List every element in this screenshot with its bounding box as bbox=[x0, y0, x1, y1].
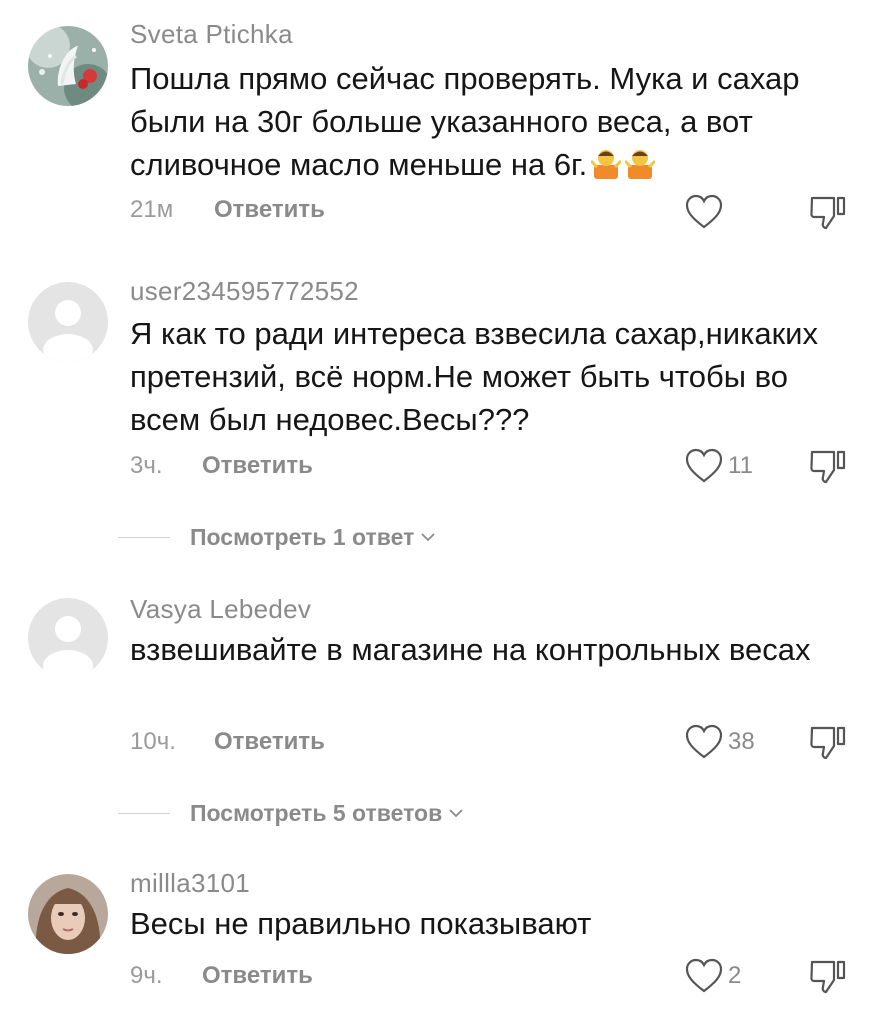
reply-button[interactable]: Ответить bbox=[214, 724, 325, 760]
comment-item: millla3101 Весы не правильно показывают … bbox=[0, 852, 875, 1024]
like-button[interactable]: 38 bbox=[684, 722, 755, 762]
comment-text: Я как то ради интереса взвесила сахар,ни… bbox=[130, 316, 818, 437]
person-shrugging-emoji bbox=[624, 147, 657, 179]
comment-text-body: Пошла прямо сейчас проверять. Мука и сах… bbox=[130, 61, 800, 182]
heart-icon bbox=[685, 448, 723, 483]
view-replies-button[interactable]: Посмотреть 1 ответ bbox=[118, 522, 436, 552]
avatar[interactable] bbox=[28, 598, 108, 678]
dislike-button[interactable] bbox=[808, 722, 848, 762]
dislike-button[interactable] bbox=[808, 446, 848, 486]
heart-icon bbox=[685, 724, 723, 759]
comment-time: 21м bbox=[130, 196, 174, 223]
reply-button[interactable]: Ответить bbox=[202, 448, 313, 484]
dislike-button[interactable] bbox=[808, 192, 848, 232]
comment-text: Весы не правильно показывают bbox=[130, 906, 592, 941]
dislike-button[interactable] bbox=[808, 956, 848, 996]
like-count: 38 bbox=[728, 728, 755, 755]
thumbs-down-icon bbox=[810, 726, 846, 760]
like-count: 11 bbox=[728, 452, 753, 479]
avatar[interactable] bbox=[28, 874, 108, 954]
comment-text: взвешивайте в магазине на контрольных ве… bbox=[130, 632, 811, 667]
comment-item: user234595772552 Я как то ради интереса … bbox=[0, 260, 875, 560]
heart-icon bbox=[685, 958, 723, 993]
chevron-down-icon bbox=[421, 533, 436, 542]
view-replies-button[interactable]: Посмотреть 5 ответов bbox=[118, 798, 464, 828]
view-replies-label: Посмотреть 5 ответов bbox=[190, 799, 443, 826]
thumbs-down-icon bbox=[810, 196, 846, 230]
comment-time: 3ч. bbox=[130, 452, 163, 479]
heart-icon bbox=[685, 194, 723, 229]
divider bbox=[118, 812, 170, 814]
comment-meta: 3ч. Ответить bbox=[130, 448, 313, 484]
like-button[interactable] bbox=[684, 192, 728, 232]
person-shrugging-emoji bbox=[590, 147, 623, 179]
thumbs-down-icon bbox=[810, 450, 846, 484]
chevron-down-icon bbox=[449, 809, 463, 818]
reply-button[interactable]: Ответить bbox=[214, 192, 325, 228]
avatar[interactable] bbox=[28, 282, 108, 362]
comment-time: 9ч. bbox=[130, 962, 163, 989]
comment-meta: 21м Ответить bbox=[130, 192, 325, 228]
view-replies-label: Посмотреть 1 ответ bbox=[190, 523, 415, 550]
divider bbox=[118, 536, 170, 538]
like-button[interactable]: 2 bbox=[684, 956, 741, 996]
comment-username[interactable]: millla3101 bbox=[130, 868, 250, 899]
comment-meta: 10ч. Ответить bbox=[130, 724, 325, 760]
comment-username[interactable]: user234595772552 bbox=[130, 276, 359, 307]
comment-username[interactable]: Vasya Lebedev bbox=[130, 594, 311, 625]
comment-item: Sveta Ptichka Пошла прямо сейчас проверя… bbox=[0, 0, 875, 240]
avatar[interactable] bbox=[28, 26, 108, 106]
comment-meta: 9ч. Ответить bbox=[130, 958, 313, 994]
like-count: 2 bbox=[728, 962, 742, 989]
comment-time: 10ч. bbox=[130, 728, 176, 755]
reply-button[interactable]: Ответить bbox=[202, 958, 313, 994]
comment-item: Vasya Lebedev взвешивайте в магазине на … bbox=[0, 576, 875, 836]
comment-text: Пошла прямо сейчас проверять. Мука и сах… bbox=[130, 57, 860, 186]
like-button[interactable]: 11 bbox=[684, 446, 753, 486]
comment-username[interactable]: Sveta Ptichka bbox=[130, 19, 293, 50]
thumbs-down-icon bbox=[810, 960, 846, 994]
